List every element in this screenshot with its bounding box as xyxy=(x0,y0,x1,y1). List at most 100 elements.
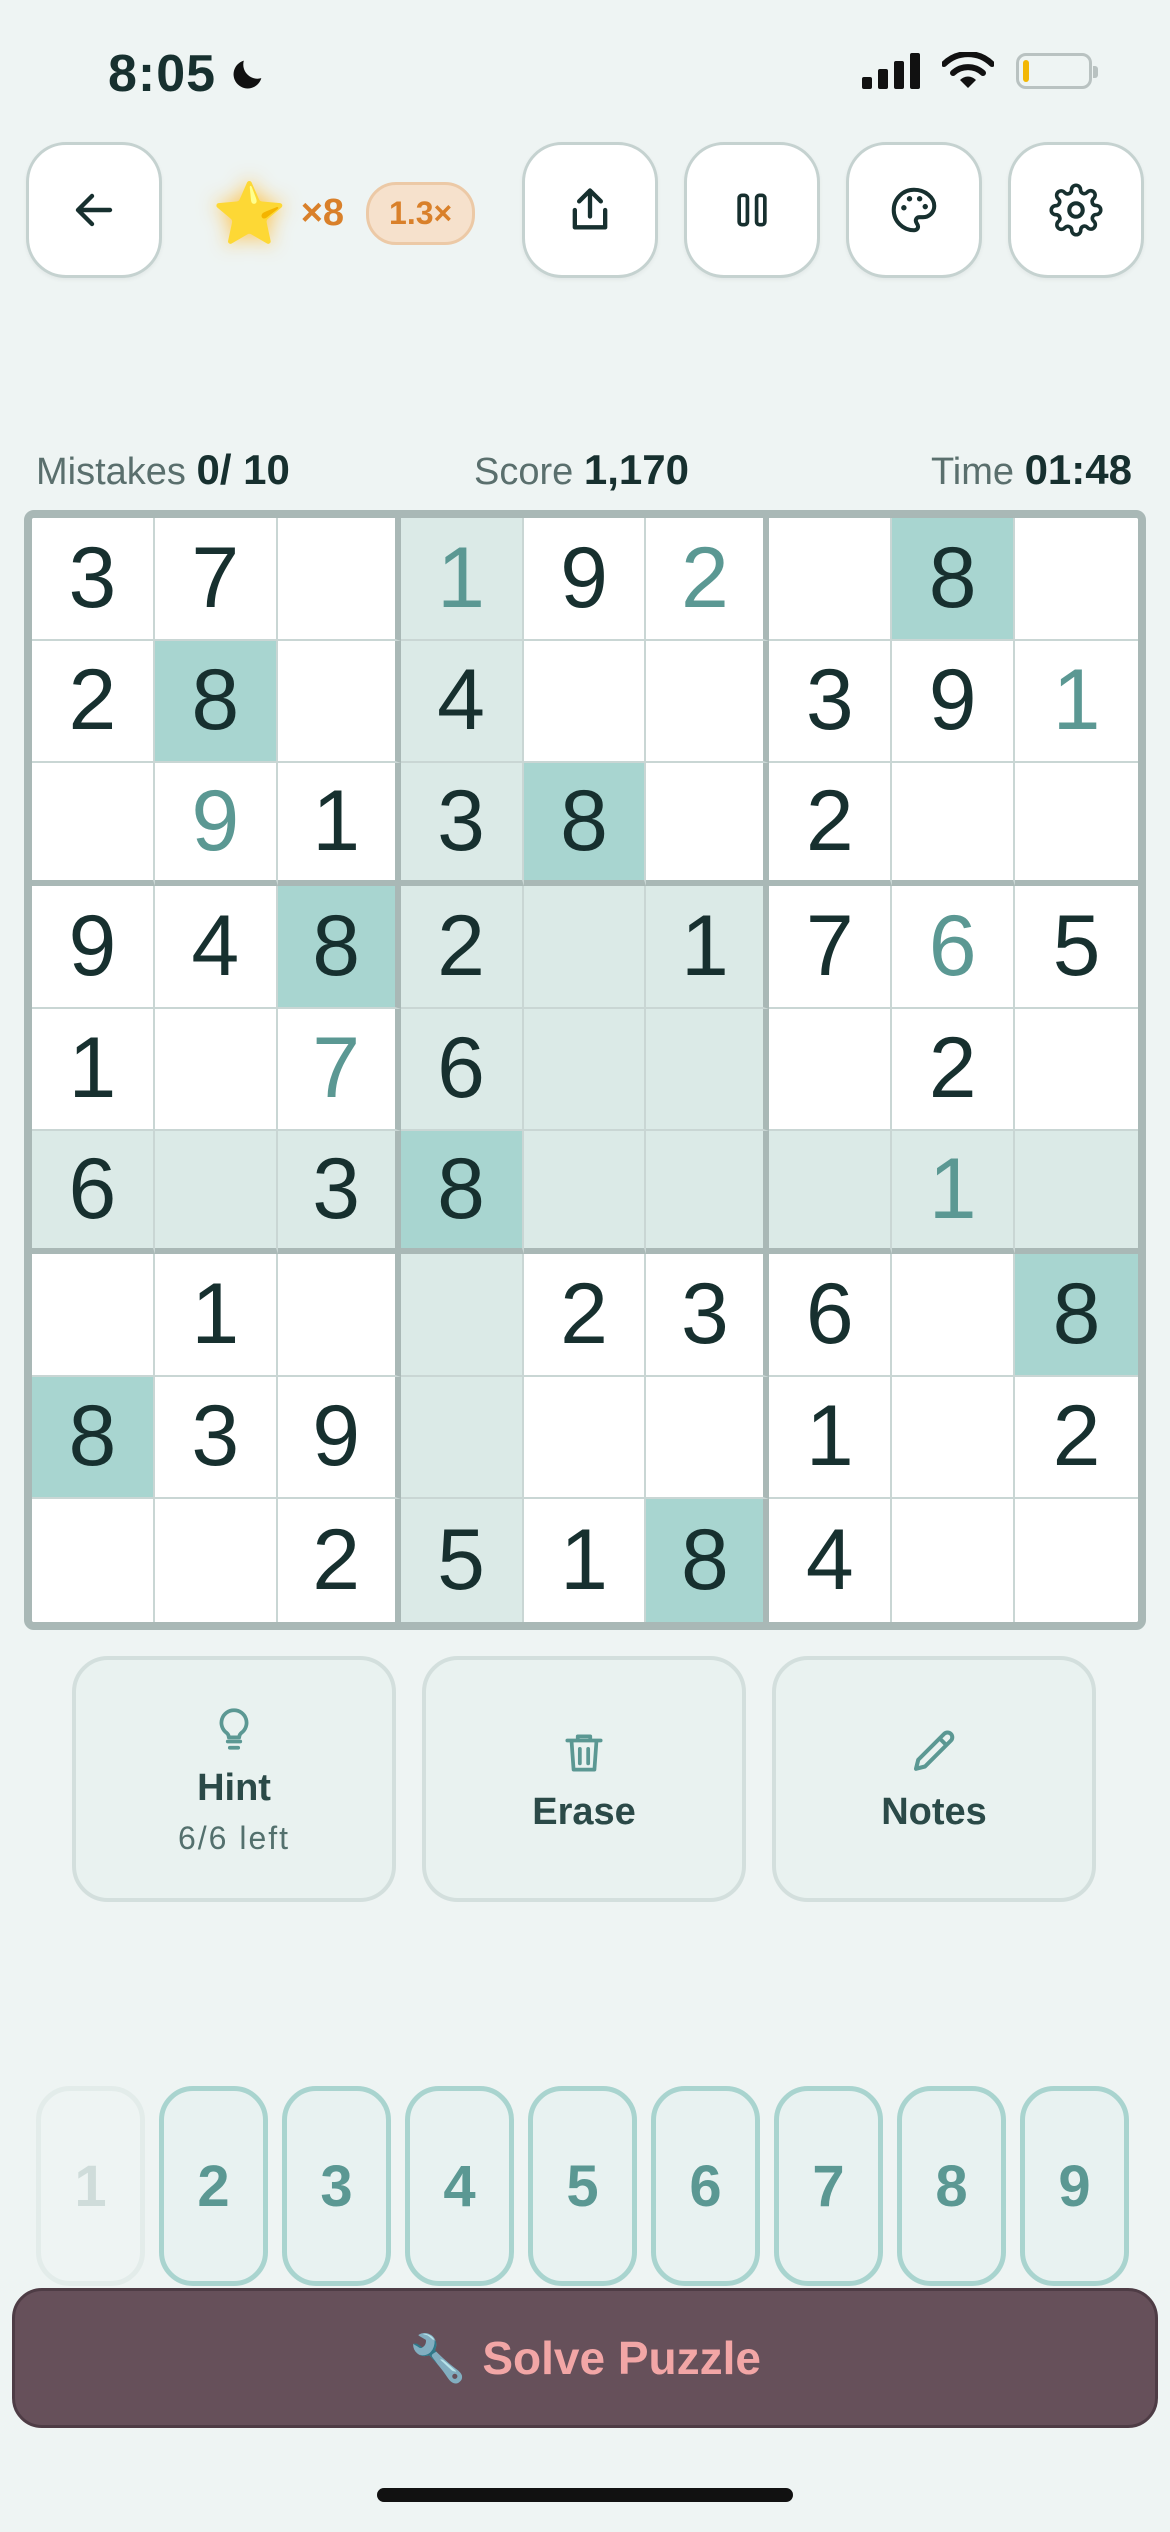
sudoku-cell[interactable]: 8 xyxy=(892,518,1016,641)
sudoku-cell[interactable]: 2 xyxy=(32,640,155,764)
sudoku-cell[interactable]: 2 xyxy=(400,885,524,1009)
share-button[interactable] xyxy=(522,142,658,278)
sudoku-cell[interactable]: 9 xyxy=(154,763,278,886)
sudoku-cell[interactable] xyxy=(32,763,155,886)
number-key-4[interactable]: 4 xyxy=(405,2086,514,2286)
sudoku-cell[interactable]: 8 xyxy=(1015,1253,1138,1377)
number-key-2[interactable]: 2 xyxy=(159,2086,268,2286)
sudoku-cell[interactable] xyxy=(523,1008,647,1132)
sudoku-cell[interactable]: 3 xyxy=(32,518,155,641)
sudoku-cell[interactable] xyxy=(892,763,1016,886)
sudoku-cell[interactable]: 2 xyxy=(277,1499,401,1622)
sudoku-cell[interactable] xyxy=(1015,763,1138,886)
sudoku-cell[interactable] xyxy=(892,1376,1016,1500)
sudoku-cell[interactable] xyxy=(769,1131,893,1254)
home-indicator[interactable] xyxy=(377,2488,793,2502)
sudoku-cell[interactable]: 1 xyxy=(523,1499,647,1622)
sudoku-cell[interactable]: 5 xyxy=(1015,885,1138,1009)
sudoku-cell[interactable]: 3 xyxy=(646,1253,770,1377)
sudoku-cell[interactable]: 3 xyxy=(277,1131,401,1254)
sudoku-cell[interactable] xyxy=(523,1131,647,1254)
sudoku-cell[interactable]: 8 xyxy=(277,885,401,1009)
sudoku-cell[interactable] xyxy=(400,1253,524,1377)
sudoku-cell[interactable]: 1 xyxy=(400,518,524,641)
sudoku-cell[interactable] xyxy=(400,1376,524,1500)
sudoku-cell[interactable] xyxy=(646,1376,770,1500)
sudoku-cell[interactable] xyxy=(646,763,770,886)
sudoku-cell[interactable]: 1 xyxy=(1015,640,1138,764)
sudoku-cell[interactable]: 6 xyxy=(400,1008,524,1132)
sudoku-cell[interactable]: 9 xyxy=(523,518,647,641)
solve-puzzle-button[interactable]: 🔧 Solve Puzzle xyxy=(12,2288,1158,2428)
sudoku-cell[interactable] xyxy=(523,885,647,1009)
sudoku-cell[interactable] xyxy=(1015,518,1138,641)
sudoku-cell[interactable]: 1 xyxy=(646,885,770,1009)
sudoku-cell[interactable]: 1 xyxy=(32,1008,155,1132)
sudoku-cell[interactable]: 7 xyxy=(769,885,893,1009)
sudoku-cell[interactable]: 2 xyxy=(769,763,893,886)
sudoku-cell[interactable]: 1 xyxy=(277,763,401,886)
hint-button[interactable]: Hint 6/6 left xyxy=(72,1656,396,1902)
sudoku-cell[interactable] xyxy=(1015,1499,1138,1622)
number-key-6[interactable]: 6 xyxy=(651,2086,760,2286)
number-key-9[interactable]: 9 xyxy=(1020,2086,1129,2286)
sudoku-cell[interactable]: 6 xyxy=(32,1131,155,1254)
sudoku-cell[interactable] xyxy=(154,1499,278,1622)
sudoku-cell[interactable]: 8 xyxy=(523,763,647,886)
sudoku-cell[interactable]: 3 xyxy=(400,763,524,886)
sudoku-cell[interactable] xyxy=(646,1131,770,1254)
sudoku-cell[interactable]: 3 xyxy=(154,1376,278,1500)
number-key-5[interactable]: 5 xyxy=(528,2086,637,2286)
sudoku-cell[interactable] xyxy=(523,1376,647,1500)
sudoku-cell[interactable]: 4 xyxy=(769,1499,893,1622)
sudoku-cell[interactable] xyxy=(892,1499,1016,1622)
sudoku-cell[interactable]: 9 xyxy=(892,640,1016,764)
number-key-8[interactable]: 8 xyxy=(897,2086,1006,2286)
sudoku-cell[interactable]: 7 xyxy=(277,1008,401,1132)
sudoku-cell[interactable] xyxy=(892,1253,1016,1377)
sudoku-cell[interactable] xyxy=(277,640,401,764)
sudoku-cell[interactable]: 6 xyxy=(769,1253,893,1377)
sudoku-cell[interactable]: 1 xyxy=(892,1131,1016,1254)
sudoku-cell[interactable] xyxy=(154,1008,278,1132)
sudoku-cell[interactable] xyxy=(646,640,770,764)
sudoku-cell[interactable]: 2 xyxy=(1015,1376,1138,1500)
erase-button[interactable]: Erase xyxy=(422,1656,746,1902)
pause-button[interactable] xyxy=(684,142,820,278)
sudoku-cell[interactable]: 9 xyxy=(32,885,155,1009)
sudoku-cell[interactable]: 2 xyxy=(646,518,770,641)
settings-button[interactable] xyxy=(1008,142,1144,278)
sudoku-cell[interactable]: 2 xyxy=(523,1253,647,1377)
sudoku-cell[interactable] xyxy=(277,518,401,641)
sudoku-cell[interactable]: 2 xyxy=(892,1008,1016,1132)
sudoku-cell[interactable]: 5 xyxy=(400,1499,524,1622)
sudoku-cell[interactable] xyxy=(1015,1131,1138,1254)
number-key-3[interactable]: 3 xyxy=(282,2086,391,2286)
sudoku-cell[interactable] xyxy=(32,1499,155,1622)
sudoku-cell[interactable] xyxy=(769,1008,893,1132)
sudoku-cell[interactable] xyxy=(523,640,647,764)
sudoku-cell[interactable]: 8 xyxy=(32,1376,155,1500)
number-key-7[interactable]: 7 xyxy=(774,2086,883,2286)
sudoku-cell[interactable] xyxy=(32,1253,155,1377)
theme-button[interactable] xyxy=(846,142,982,278)
sudoku-cell[interactable]: 4 xyxy=(400,640,524,764)
sudoku-cell[interactable]: 1 xyxy=(769,1376,893,1500)
sudoku-cell[interactable]: 8 xyxy=(400,1131,524,1254)
sudoku-cell[interactable] xyxy=(154,1131,278,1254)
sudoku-cell[interactable]: 3 xyxy=(769,640,893,764)
sudoku-cell[interactable] xyxy=(1015,1008,1138,1132)
back-button[interactable] xyxy=(26,142,162,278)
sudoku-cell[interactable]: 9 xyxy=(277,1376,401,1500)
sudoku-cell[interactable]: 7 xyxy=(154,518,278,641)
sudoku-cell[interactable]: 1 xyxy=(154,1253,278,1377)
sudoku-cell[interactable]: 6 xyxy=(892,885,1016,1009)
notes-button[interactable]: Notes xyxy=(772,1656,1096,1902)
sudoku-cell[interactable] xyxy=(277,1253,401,1377)
sudoku-cell[interactable] xyxy=(769,518,893,641)
sudoku-cell[interactable]: 8 xyxy=(154,640,278,764)
sudoku-cell[interactable] xyxy=(646,1008,770,1132)
sudoku-cell[interactable]: 4 xyxy=(154,885,278,1009)
number-key-1[interactable]: 1 xyxy=(36,2086,145,2286)
sudoku-cell[interactable]: 8 xyxy=(646,1499,770,1622)
